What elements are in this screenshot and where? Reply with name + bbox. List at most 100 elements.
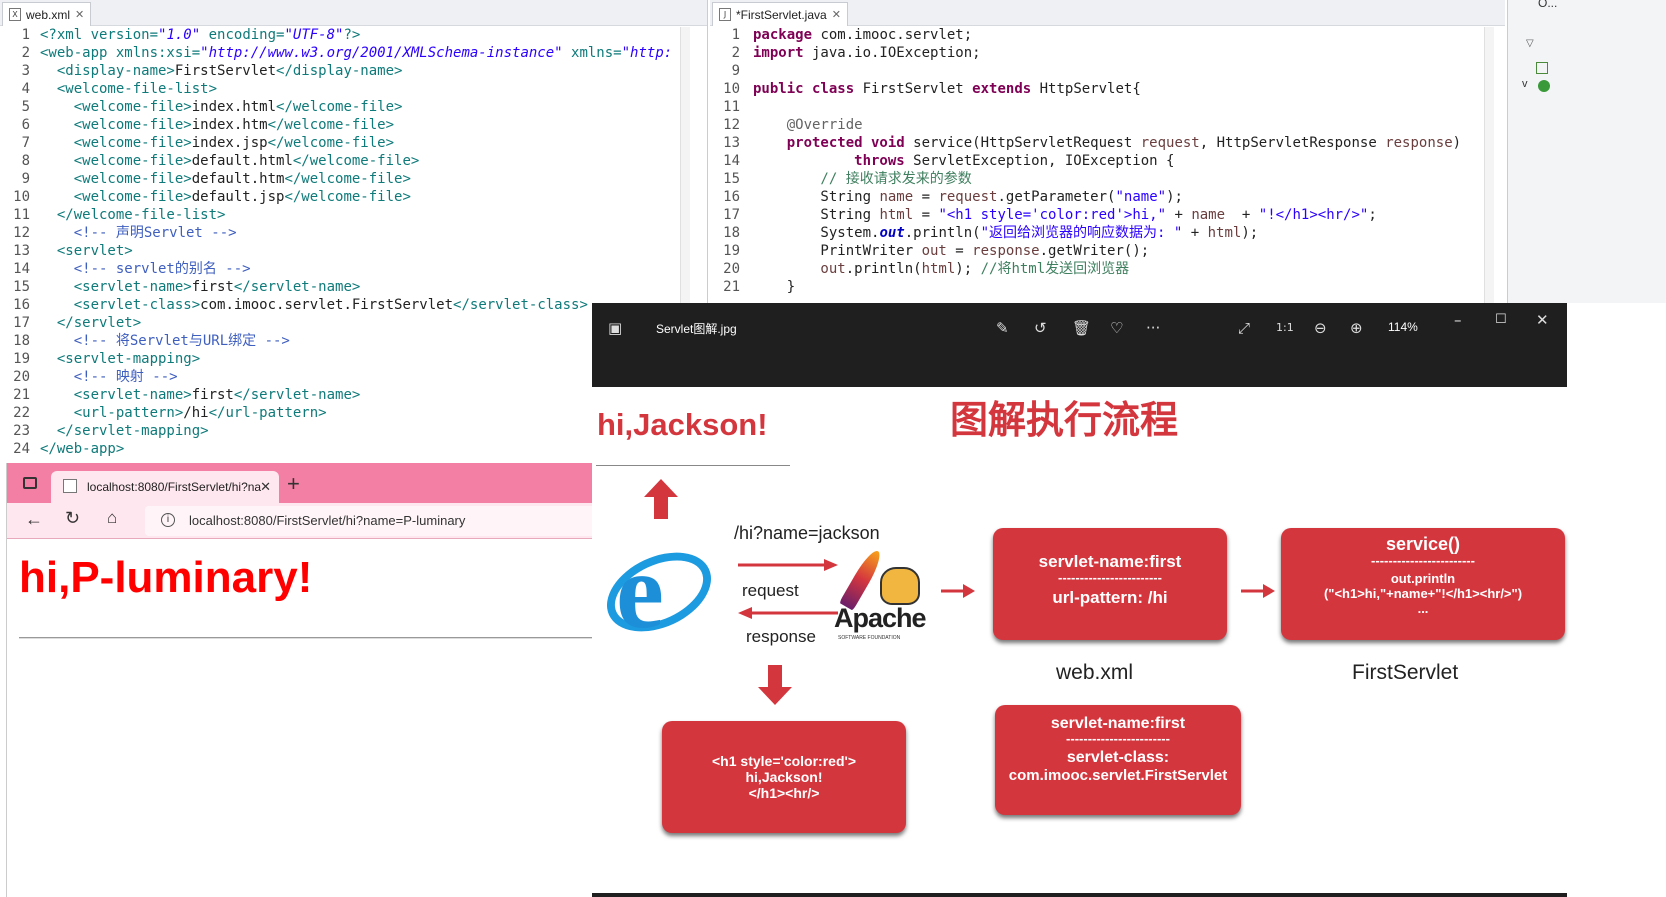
code-line[interactable]: 1 <?xml version="1.0" encoding="UTF-8"?>	[0, 27, 707, 44]
line-number: 23	[13, 423, 30, 439]
close-icon[interactable]: ✕	[75, 8, 84, 21]
code-token: </welcome-file>	[276, 99, 403, 115]
code-text: package com.imooc.servlet;	[753, 27, 972, 44]
maximize-icon[interactable]: ☐	[1495, 312, 1507, 327]
response-html-box: <h1 style='color:red'> hi,Jackson! </h1>…	[662, 721, 906, 833]
code-token: <?xml version=	[40, 27, 159, 43]
home-icon[interactable]: ⌂	[107, 508, 117, 528]
line-number: 21	[723, 279, 740, 295]
code-token: <display-name>	[40, 63, 175, 79]
tab-webxml[interactable]: X web.xml ✕	[2, 2, 92, 26]
code-token: <welcome-file>	[40, 99, 192, 115]
minimize-icon[interactable]: –	[1454, 311, 1462, 329]
code-line[interactable]: 10 public class FirstServlet extends Http…	[710, 80, 1505, 98]
code-token: "1.0"	[158, 27, 201, 43]
favorite-icon[interactable]: ♡	[1110, 319, 1123, 337]
code-line[interactable]: 15 <servlet-name>first</servlet-name>	[0, 278, 707, 296]
code-line[interactable]: 12 @Override	[710, 116, 1505, 134]
close-icon[interactable]: ✕	[832, 8, 841, 21]
code-line[interactable]: 4 <welcome-file-list>	[0, 80, 707, 98]
code-line[interactable]: 2 <web-app xmlns:xsi="http://www.w3.org/2…	[0, 44, 707, 62]
code-line[interactable]: 10 <welcome-file>default.jsp</welcome-fi…	[0, 188, 707, 206]
code-line[interactable]: 6 <welcome-file>index.htm</welcome-file>	[0, 116, 707, 134]
code-line[interactable]: 20 out.println(html); //将html发送回浏览器	[710, 260, 1505, 278]
code-text: }	[753, 278, 795, 296]
code-token: </servlet-name>	[233, 387, 361, 403]
close-icon[interactable]: ✕	[260, 479, 271, 495]
zoom-out-icon[interactable]: ⊖	[1314, 319, 1327, 337]
code-line[interactable]: 17 String html = "<h1 style='color:red'>…	[710, 206, 1505, 224]
request-url-label: /hi?name=jackson	[734, 523, 880, 543]
code-line[interactable]: 9	[710, 62, 1505, 80]
code-line[interactable]: 11 </welcome-file-list>	[0, 206, 707, 224]
chevron-down-icon[interactable]: ▽	[1526, 38, 1534, 49]
browser-tab[interactable]: localhost:8080/FirstServlet/hi?na ✕	[51, 471, 279, 503]
code-text: String html = "<h1 style='color:red'>hi,…	[753, 206, 1376, 224]
vertical-scrollbar[interactable]	[1484, 27, 1494, 303]
refresh-icon[interactable]: ↻	[65, 508, 80, 529]
java-code-area[interactable]: 1 package com.imooc.servlet; 2 import java.…	[710, 27, 1505, 303]
viewer-titlebar: ▣ Servlet图解.jpg ✎ ↺ 🗑 ♡ ··· ⤢ 1:1 ⊖ ⊕ 11…	[592, 303, 1567, 351]
code-text: <!-- 声明Servlet -->	[40, 224, 237, 242]
code-line[interactable]: 1 package com.imooc.servlet;	[710, 27, 1505, 44]
code-token: response	[1385, 135, 1453, 151]
edit-image-icon[interactable]: ✎	[996, 319, 1009, 337]
line-number: 12	[13, 225, 30, 241]
code-text: import java.io.IOException;	[753, 44, 981, 62]
code-line[interactable]: 15 // 接收请求发来的参数	[710, 170, 1505, 188]
back-icon[interactable]: ←	[25, 509, 43, 530]
code-token: index.htm	[191, 117, 268, 133]
fullscreen-icon[interactable]: ⤢	[1238, 319, 1250, 337]
code-line[interactable]: 9 <welcome-file>default.htm</welcome-fil…	[0, 170, 707, 188]
delete-icon[interactable]: 🗑	[1072, 319, 1091, 337]
code-text: public class FirstServlet extends HttpSe…	[753, 80, 1141, 98]
line-number: 24	[13, 441, 30, 457]
address-bar[interactable]: i localhost:8080/FirstServlet/hi?name=P-…	[145, 506, 598, 536]
code-line[interactable]: 19 PrintWriter out = response.getWriter(…	[710, 242, 1505, 260]
code-line[interactable]: 21 }	[710, 278, 1505, 296]
code-line[interactable]: 12 <!-- 声明Servlet -->	[0, 224, 707, 242]
diagram-slide: 图解执行流程 hi,Jackson! e /hi?name=jackson re…	[592, 387, 1567, 893]
code-line[interactable]: 11	[710, 98, 1505, 116]
code-line[interactable]: 16 String name = request.getParameter("n…	[710, 188, 1505, 206]
tab-firstservlet-label: *FirstServlet.java	[736, 7, 827, 22]
code-text: </welcome-file-list>	[40, 206, 226, 224]
tree-expand-icon[interactable]: v	[1522, 78, 1528, 90]
code-line[interactable]: 14 <!-- servlet的别名 -->	[0, 260, 707, 278]
code-line[interactable]: 5 <welcome-file>index.html</welcome-file…	[0, 98, 707, 116]
close-icon[interactable]: ✕	[1536, 311, 1549, 329]
new-tab-button[interactable]: +	[287, 471, 300, 497]
code-token: /hi	[183, 405, 209, 421]
code-line[interactable]: 18 System.out.println("返回给浏览器的响应数据为: " +…	[710, 224, 1505, 242]
actual-size-icon[interactable]: 1:1	[1276, 321, 1294, 334]
code-line[interactable]: 13 protected void service(HttpServletReq…	[710, 134, 1505, 152]
rotate-icon[interactable]: ↺	[1034, 319, 1047, 337]
code-token: out	[921, 243, 947, 259]
code-token: java.io.IOException;	[803, 45, 981, 61]
code-token: .getWriter();	[1039, 243, 1150, 259]
line-number: 15	[723, 171, 740, 187]
line-number: 12	[723, 117, 740, 133]
line-number: 22	[13, 405, 30, 421]
code-token: "<h1 style='color:red'>hi,"	[938, 207, 1167, 223]
code-text: PrintWriter out = response.getWriter();	[753, 242, 1149, 260]
code-text: <welcome-file>default.htm</welcome-file>	[40, 170, 411, 188]
code-line[interactable]: 8 <welcome-file>default.html</welcome-fi…	[0, 152, 707, 170]
tab-firstservlet[interactable]: J *FirstServlet.java ✕	[712, 2, 848, 26]
code-text: @Override	[753, 116, 863, 134]
code-token: "http:	[621, 45, 673, 61]
line-number: 18	[723, 225, 740, 241]
code-text: System.out.println("返回给浏览器的响应数据为: " + ht…	[753, 224, 1258, 242]
sidebar-toggle-icon[interactable]	[23, 477, 37, 489]
code-line[interactable]: 7 <welcome-file>index.jsp</welcome-file>	[0, 134, 707, 152]
code-text: // 接收请求发来的参数	[753, 170, 971, 188]
code-line[interactable]: 13 <servlet>	[0, 242, 707, 260]
browser-titlebar: localhost:8080/FirstServlet/hi?na ✕ +	[7, 463, 594, 503]
code-line[interactable]: 14 throws ServletException, IOException …	[710, 152, 1505, 170]
zoom-in-icon[interactable]: ⊕	[1350, 319, 1363, 337]
line-number: 17	[13, 315, 30, 331]
code-line[interactable]: 2 import java.io.IOException;	[710, 44, 1505, 62]
more-icon[interactable]: ···	[1146, 319, 1160, 337]
page-hr	[19, 637, 595, 639]
code-line[interactable]: 3 <display-name>FirstServlet</display-na…	[0, 62, 707, 80]
